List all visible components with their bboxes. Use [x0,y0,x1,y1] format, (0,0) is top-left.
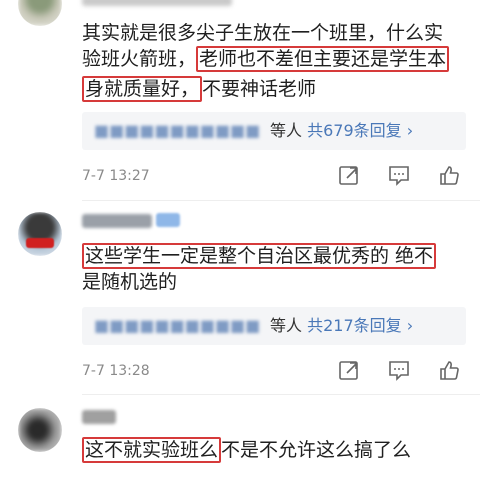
like-icon[interactable] [438,164,460,186]
avatar[interactable] [18,212,62,256]
highlighted-text: 身就质量好， [82,76,203,102]
reply-suffix: 等人 [270,121,308,140]
highlighted-text: 这不就实验班么 [82,437,222,463]
username[interactable] [82,410,116,424]
highlighted-text: 这些学生一定是整个自治区最优秀的 绝不 [82,243,437,269]
comment-icon[interactable] [388,359,410,381]
avatar[interactable] [18,408,62,452]
share-icon[interactable] [338,164,360,186]
avatar[interactable] [18,0,62,26]
comment-text-line: 身就质量好， 不要神话老师 [82,76,316,102]
comment-text: 验班火箭班， [82,48,197,70]
comment-text: 其实就是很多尖子生放在一个班里，什么实 [82,22,444,44]
timestamp: 7-7 13:28 [82,363,150,379]
like-icon[interactable] [438,359,460,381]
divider [82,394,480,395]
reply-count-link[interactable]: 共679条回复 › [307,121,413,140]
timestamp: 7-7 13:27 [82,168,150,184]
comment-text-line: 是随机选的 [82,269,177,295]
top-username-residual [82,0,232,6]
reply-usernames: ■■■■■■■■■■■ [94,316,261,335]
comment-text-line: 其实就是很多尖子生放在一个班里，什么实 [82,20,443,46]
username[interactable] [82,214,152,228]
comment-text-line: 这不就实验班么 不是不允许这么搞了么 [82,437,411,463]
reply-suffix: 等人 [270,316,308,335]
comment-text-line: 这些学生一定是整个自治区最优秀的 绝不 [82,243,437,269]
reply-count-link[interactable]: 共217条回复 › [307,316,413,335]
comment-text: 不是不允许这么搞了么 [221,439,412,461]
comment-text: 是随机选的 [82,271,178,293]
reply-summary[interactable]: ■■■■■■■■■■■ 等人 共679条回复 › [82,112,466,150]
reply-summary[interactable]: ■■■■■■■■■■■ 等人 共217条回复 › [82,307,466,345]
reply-usernames: ■■■■■■■■■■■ [94,121,261,140]
highlighted-text: 老师也不差但主要还是学生本 [196,46,450,72]
comment-text: 不要神话老师 [202,78,317,100]
user-badge [156,213,180,227]
comment-text-line: 验班火箭班， 老师也不差但主要还是学生本 [82,46,450,72]
divider [82,200,480,201]
share-icon[interactable] [338,359,360,381]
comment-icon[interactable] [388,164,410,186]
